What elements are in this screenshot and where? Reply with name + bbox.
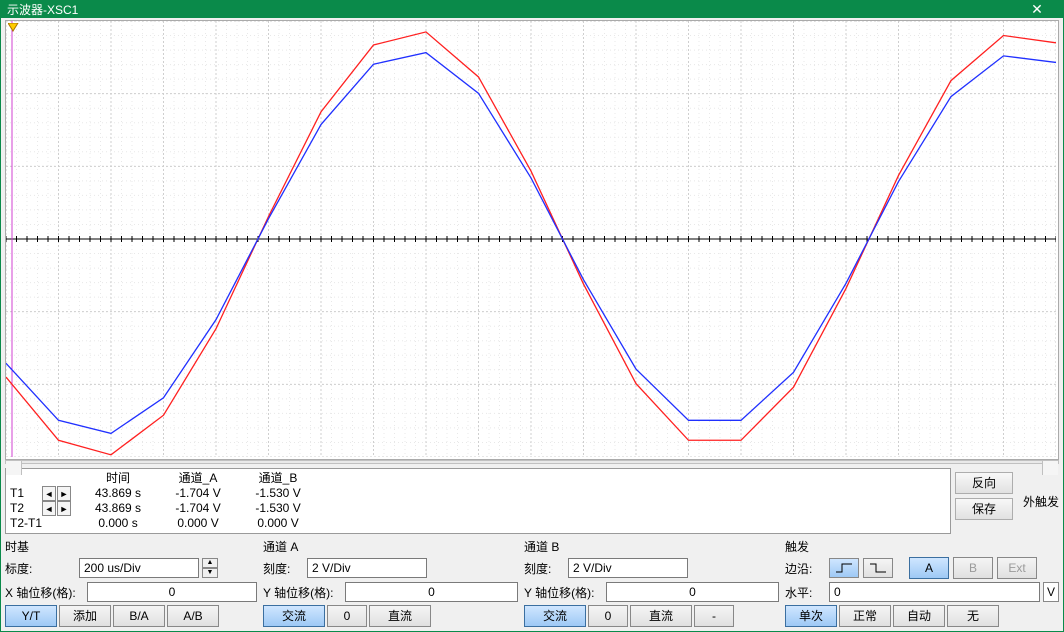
mode-normal-button[interactable]: 正常 bbox=[839, 605, 891, 627]
chb-ypos-input[interactable]: 0 bbox=[606, 582, 779, 602]
chb-scale-label: 刻度: bbox=[524, 560, 564, 577]
level-label: 水平: bbox=[785, 584, 825, 601]
cha-scale-input[interactable]: 2 V/Div bbox=[307, 558, 427, 578]
cha-ypos-label: Y 轴位移(格): bbox=[263, 584, 341, 601]
tdiff-cha: 0.000 V bbox=[158, 516, 238, 531]
trigger-title: 触发 bbox=[785, 538, 1059, 555]
tdiff-chb: 0.000 V bbox=[238, 516, 318, 531]
t1-time: 43.869 s bbox=[78, 486, 158, 501]
timebase-group: 时基 标度: 200 us/Div ▲▼ X 轴位移(格): 0 Y/T 添加 … bbox=[5, 538, 257, 627]
t1-chb: -1.530 V bbox=[238, 486, 318, 501]
cha-header: 通道_A bbox=[158, 471, 238, 486]
scope-display[interactable] bbox=[5, 20, 1059, 460]
time-header: 时间 bbox=[78, 471, 158, 486]
mode-auto-button[interactable]: 自动 bbox=[893, 605, 945, 627]
chb-ypos-label: Y 轴位移(格): bbox=[524, 584, 602, 601]
t1-label: T1 bbox=[10, 486, 42, 501]
reverse-button[interactable]: 反向 bbox=[955, 472, 1013, 494]
cha-ypos-input[interactable]: 0 bbox=[345, 582, 518, 602]
edge-rising-icon[interactable] bbox=[829, 558, 859, 578]
ext-trigger-label: 外触发 bbox=[1023, 493, 1059, 510]
ba-button[interactable]: B/A bbox=[113, 605, 165, 627]
t1-cha: -1.704 V bbox=[158, 486, 238, 501]
cha-dc-button[interactable]: 直流 bbox=[369, 605, 431, 627]
timebase-xpos-input[interactable]: 0 bbox=[87, 582, 257, 602]
timebase-scale-input[interactable]: 200 us/Div bbox=[79, 558, 199, 578]
t2-right-icon[interactable]: ► bbox=[57, 501, 71, 516]
close-icon[interactable]: ✕ bbox=[1017, 1, 1057, 18]
timebase-scale-label: 标度: bbox=[5, 560, 75, 577]
timebase-scale-up-icon[interactable]: ▲ bbox=[202, 558, 218, 568]
mode-single-button[interactable]: 单次 bbox=[785, 605, 837, 627]
channel-a-group: 通道 A 刻度: 2 V/Div Y 轴位移(格): 0 交流 0 直流 bbox=[263, 538, 518, 627]
horizontal-scrollbar[interactable] bbox=[5, 460, 1059, 464]
cursor-readout: T1 T2 T2-T1 ◄ ► ◄ ► 时间 43.869 s 43.8 bbox=[5, 468, 951, 534]
chb-ac-button[interactable]: 交流 bbox=[524, 605, 586, 627]
edge-falling-icon[interactable] bbox=[863, 558, 893, 578]
t1-right-icon[interactable]: ► bbox=[57, 486, 71, 501]
tdiff-label: T2-T1 bbox=[10, 516, 42, 531]
chb-scale-input[interactable]: 2 V/Div bbox=[568, 558, 688, 578]
t2-time: 43.869 s bbox=[78, 501, 158, 516]
trig-src-a-button[interactable]: A bbox=[909, 557, 949, 579]
mode-none-button[interactable]: 无 bbox=[947, 605, 999, 627]
scroll-track[interactable] bbox=[22, 461, 1042, 463]
save-button[interactable]: 保存 bbox=[955, 498, 1013, 520]
level-unit: V bbox=[1043, 582, 1059, 602]
add-button[interactable]: 添加 bbox=[59, 605, 111, 627]
chb-title: 通道 B bbox=[524, 538, 779, 555]
trig-src-b-button[interactable]: B bbox=[953, 557, 993, 579]
cha-zero-button[interactable]: 0 bbox=[327, 605, 367, 627]
cha-ac-button[interactable]: 交流 bbox=[263, 605, 325, 627]
t2-chb: -1.530 V bbox=[238, 501, 318, 516]
timebase-scale-down-icon[interactable]: ▼ bbox=[202, 568, 218, 578]
chb-dc-button[interactable]: 直流 bbox=[630, 605, 692, 627]
titlebar: 示波器-XSC1 ✕ bbox=[1, 1, 1063, 18]
waveform-plot bbox=[6, 21, 1056, 457]
chb-header: 通道_B bbox=[238, 471, 318, 486]
cursor-marker-icon[interactable] bbox=[8, 23, 18, 33]
timebase-title: 时基 bbox=[5, 538, 257, 555]
t1-left-icon[interactable]: ◄ bbox=[42, 486, 56, 501]
tdiff-time: 0.000 s bbox=[78, 516, 158, 531]
scroll-right-icon[interactable] bbox=[1042, 461, 1058, 475]
scroll-left-icon[interactable] bbox=[6, 461, 22, 475]
t2-left-icon[interactable]: ◄ bbox=[42, 501, 56, 516]
t2-cha: -1.704 V bbox=[158, 501, 238, 516]
timebase-xpos-label: X 轴位移(格): bbox=[5, 584, 83, 601]
level-input[interactable]: 0 bbox=[829, 582, 1040, 602]
trig-src-ext-button[interactable]: Ext bbox=[997, 557, 1037, 579]
yt-button[interactable]: Y/T bbox=[5, 605, 57, 627]
window-title: 示波器-XSC1 bbox=[7, 1, 1017, 18]
cha-scale-label: 刻度: bbox=[263, 560, 303, 577]
t2-label: T2 bbox=[10, 501, 42, 516]
trigger-group: 触发 边沿: A B Ext 水平: 0 V 单次 正常 自动 无 bbox=[785, 538, 1059, 627]
channel-b-group: 通道 B 刻度: 2 V/Div Y 轴位移(格): 0 交流 0 直流 - bbox=[524, 538, 779, 627]
ab-button[interactable]: A/B bbox=[167, 605, 219, 627]
edge-label: 边沿: bbox=[785, 560, 825, 577]
cha-title: 通道 A bbox=[263, 538, 518, 555]
chb-zero-button[interactable]: 0 bbox=[588, 605, 628, 627]
chb-minus-button[interactable]: - bbox=[694, 605, 734, 627]
